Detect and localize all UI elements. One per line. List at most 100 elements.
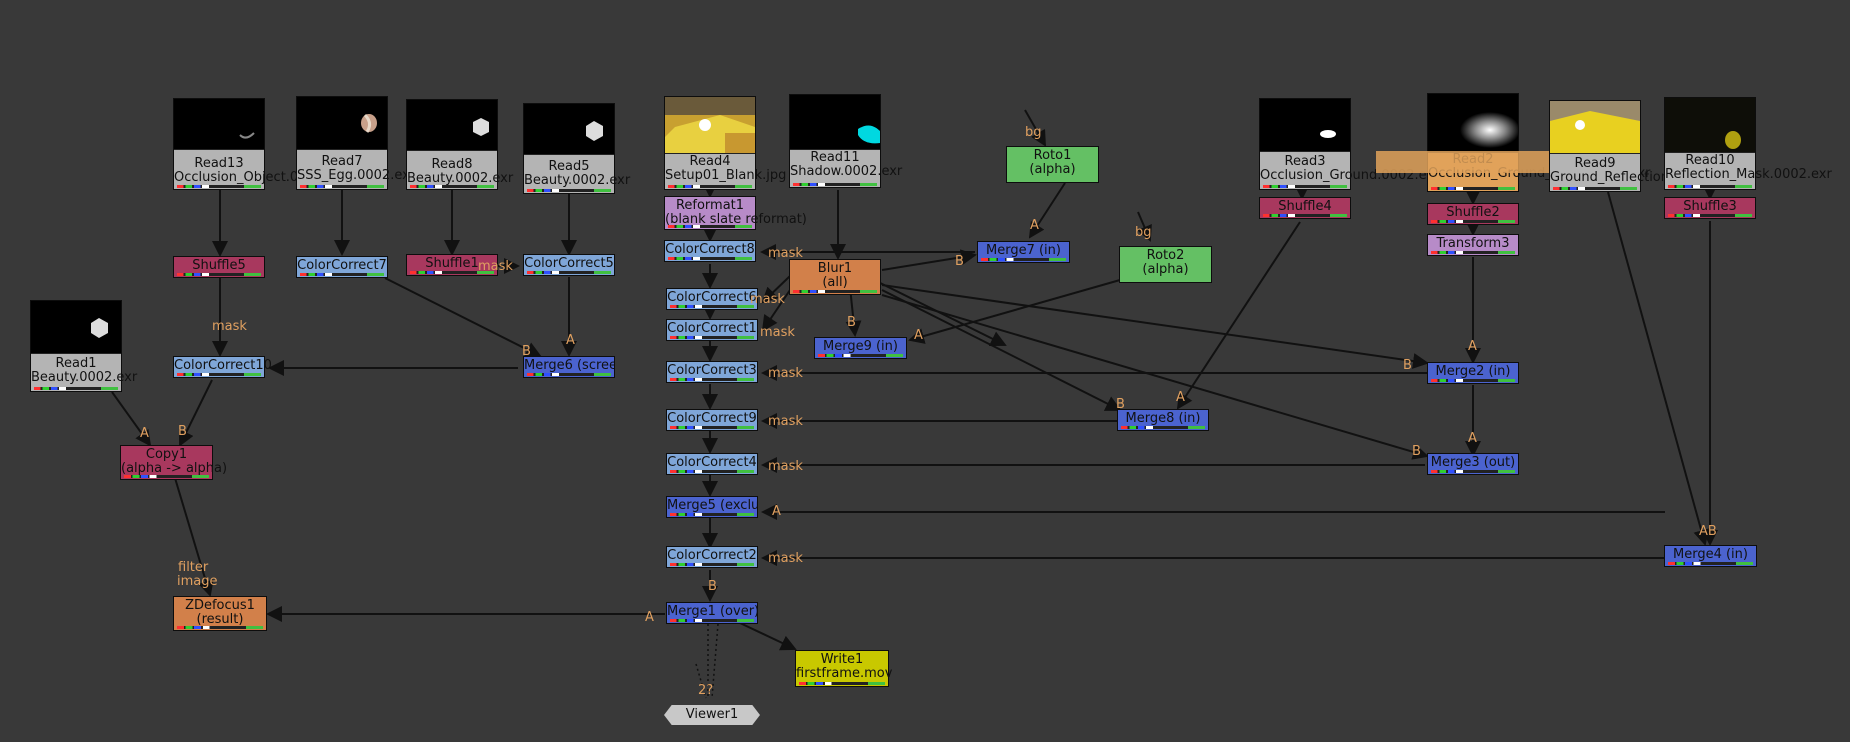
write1-node[interactable]: Write1 firstframe.mov	[795, 650, 892, 687]
node-label: Blur1 (all)	[817, 261, 853, 290]
channel-strip	[793, 290, 877, 293]
channel-strip	[668, 225, 752, 228]
colorcorrect8-node[interactable]: ColorCorrect8	[664, 240, 756, 262]
node-graph[interactable]: Read13 Occlusion_Object.0002.exr Read7 SSS…	[0, 0, 1850, 742]
channel-strip	[177, 626, 263, 629]
edge-label-mask: mask	[768, 551, 803, 566]
channel-strip	[818, 354, 903, 357]
read4-node[interactable]: Read4 Setup01_Blank.jpg	[664, 96, 787, 190]
edge-label-a: A	[645, 610, 654, 625]
read13-node[interactable]: Read13 Occlusion_Object.0002.exr	[173, 98, 348, 190]
node-label: ColorCorrect5	[524, 256, 614, 271]
shuffle2-node[interactable]: Shuffle2	[1427, 203, 1519, 225]
roto1-node[interactable]: Roto1 (alpha)	[1006, 146, 1099, 183]
viewer1-node[interactable]: Viewer1	[664, 705, 760, 725]
read8-node[interactable]: Read8 Beauty.0002.exr	[406, 99, 513, 190]
read11-node[interactable]: Read11 Shadow.0002.exr	[789, 94, 903, 188]
edge-label-a: A	[566, 333, 575, 348]
shuffle5-node[interactable]: Shuffle5	[173, 256, 265, 278]
node-label: ColorCorrect2	[667, 548, 757, 563]
thumbnail	[407, 100, 497, 151]
node-label: Merge3 (out)	[1430, 455, 1516, 470]
thumbnail	[524, 104, 614, 155]
merge3-node[interactable]: Merge3 (out)	[1427, 453, 1519, 475]
read5-node[interactable]: Read5 Beauty.0002.exr	[523, 103, 631, 194]
thumbnail-image	[1460, 112, 1520, 148]
read7-node[interactable]: Read7 SSS_Egg.0002.exr	[296, 96, 415, 190]
channel-strip	[1431, 220, 1515, 223]
node-label: Read10 Reflection_Mask.0002.exr	[1665, 153, 1832, 182]
node-label: ColorCorrect1	[667, 321, 757, 336]
merge9-node[interactable]: Merge9 (in)	[814, 337, 907, 359]
edge-label-ab: AB	[1699, 524, 1717, 539]
edge-label-mask: mask	[478, 259, 513, 274]
merge4-node[interactable]: Merge4 (in)	[1664, 545, 1757, 567]
channel-strip	[1668, 185, 1752, 188]
edge-label-mask: mask	[760, 325, 795, 340]
colorcorrect10-node[interactable]: ColorCorrect10	[173, 356, 272, 378]
node-label: ColorCorrect8	[665, 242, 755, 257]
edge-label-a: A	[1030, 218, 1039, 233]
merge6-node[interactable]: Merge6 (screen)	[523, 356, 615, 378]
colorcorrect2-node[interactable]: ColorCorrect2	[666, 546, 758, 568]
node-label: Merge4 (in)	[1673, 547, 1748, 562]
reformat1-node[interactable]: Reformat1 (blank slate reformat)	[664, 196, 807, 230]
node-label: Read5 Beauty.0002.exr	[524, 159, 631, 188]
node-label: Merge1 (over)	[667, 604, 760, 619]
node-label: ColorCorrect4	[667, 455, 757, 470]
read3-node[interactable]: Read3 Occlusion_Ground.0002.exr	[1259, 98, 1439, 190]
merge7-node[interactable]: Merge7 (in)	[977, 241, 1070, 263]
blur1-node[interactable]: Blur1 (all)	[789, 259, 881, 295]
merge5-node[interactable]: Merge5 (exclusion)	[666, 496, 758, 518]
thumbnail-image	[665, 97, 755, 153]
edge-label-b: B	[1403, 358, 1412, 373]
shuffle4-node[interactable]: Shuffle4	[1259, 197, 1351, 219]
channel-strip	[1431, 187, 1515, 190]
merge1-node[interactable]: Merge1 (over)	[666, 602, 760, 624]
colorcorrect4-node[interactable]: ColorCorrect4	[666, 453, 758, 475]
thumbnail-image	[1550, 101, 1640, 153]
colorcorrect7-node[interactable]: ColorCorrect7	[296, 256, 388, 278]
shuffle3-node[interactable]: Shuffle3	[1664, 197, 1756, 219]
thumbnail-image	[858, 125, 880, 144]
node-label: Read1 Beauty.0002.exr	[31, 356, 138, 385]
colorcorrect9-node[interactable]: ColorCorrect9	[666, 409, 758, 431]
channel-strip	[668, 257, 752, 260]
channel-strip	[670, 378, 754, 381]
node-label: Viewer1	[685, 707, 739, 722]
edge-label-b: B	[522, 344, 531, 359]
channel-strip	[670, 336, 754, 339]
channel-strip	[670, 305, 754, 308]
edge-label-a: A	[1468, 339, 1477, 354]
colorcorrect1-node[interactable]: ColorCorrect1	[666, 319, 758, 341]
node-label: Merge7 (in)	[986, 243, 1061, 258]
copy1-node[interactable]: Copy1 (alpha -> alpha)	[120, 445, 227, 480]
transform3-node[interactable]: Transform3	[1427, 234, 1519, 256]
node-label: Merge8 (in)	[1125, 411, 1201, 426]
read1-node[interactable]: Read1 Beauty.0002.exr	[30, 300, 138, 392]
channel-strip	[1121, 426, 1205, 429]
edge-label-image: image	[177, 574, 218, 589]
thumbnail-image	[586, 121, 603, 141]
colorcorrect3-node[interactable]: ColorCorrect3	[666, 361, 758, 383]
colorcorrect5-node[interactable]: ColorCorrect5	[523, 254, 615, 276]
edge-label-a: A	[1176, 390, 1185, 405]
merge8-node[interactable]: Merge8 (in)	[1117, 409, 1209, 431]
edge-label-b: B	[955, 254, 964, 269]
read10-node[interactable]: Read10 Reflection_Mask.0002.exr	[1664, 97, 1832, 190]
node-label: Read4 Setup01_Blank.jpg	[665, 154, 787, 183]
edge-label-a: A	[772, 504, 781, 519]
read9-node[interactable]: Read9 Ground_Reflection.0002	[1549, 100, 1706, 192]
merge2-node[interactable]: Merge2 (in)	[1427, 362, 1519, 384]
colorcorrect6-node[interactable]: ColorCorrect6	[666, 288, 758, 310]
node-label: Read13 Occlusion_Object.0002.exr	[174, 156, 348, 185]
highlight-band	[1376, 151, 1570, 173]
node-label: Merge9 (in)	[823, 339, 898, 354]
node-label: Read11 Shadow.0002.exr	[790, 150, 903, 179]
channel-strip	[1553, 187, 1637, 190]
read2-node[interactable]: Read2Occlusion_Ground_Large.0002.exr	[1427, 93, 1651, 192]
roto2-node[interactable]: Roto2 (alpha)	[1119, 246, 1212, 283]
edge-label-mask: mask	[768, 246, 803, 261]
edge-label-mask: mask	[212, 319, 247, 334]
zdefocus1-node[interactable]: ZDefocus1 (result)	[173, 596, 267, 631]
